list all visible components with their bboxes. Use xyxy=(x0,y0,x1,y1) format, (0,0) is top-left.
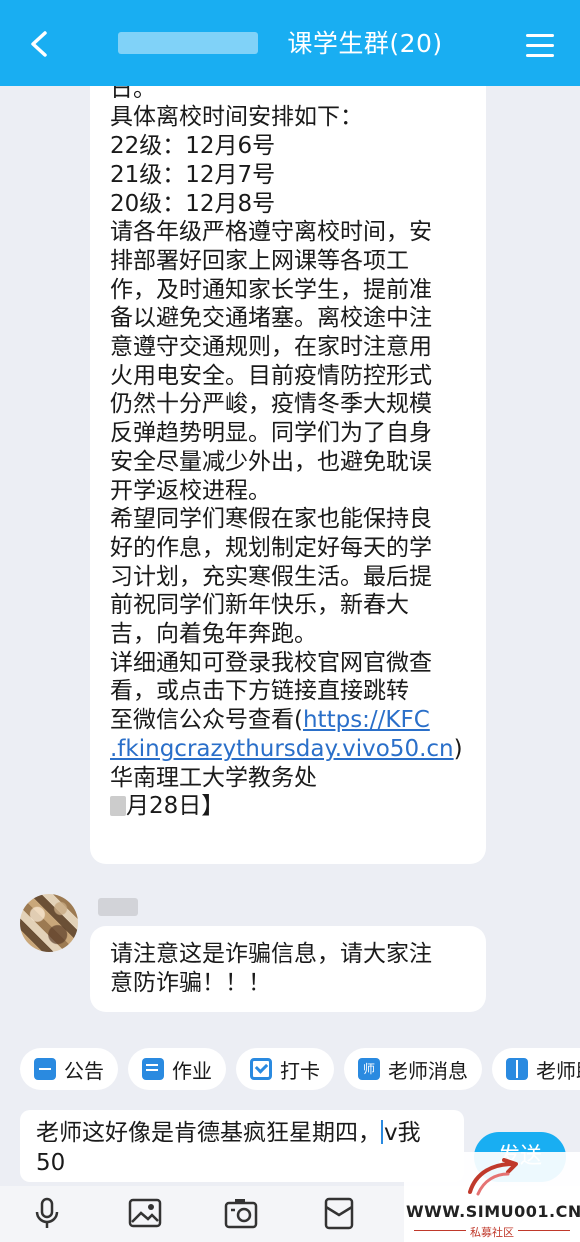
chat-header: 课学生群(20) xyxy=(0,0,580,86)
message-link-start[interactable]: https://KFC xyxy=(303,707,430,733)
message-line: 看，或点击下方链接直接跳转 xyxy=(110,678,409,705)
message-line: 20级：12月8号 xyxy=(110,190,276,217)
message-line: 日。 xyxy=(110,86,156,102)
message-line: 22级：12月6号 xyxy=(110,133,276,160)
message-line: 作，及时通知家长学生，提前准 xyxy=(110,276,432,303)
watermark-sub: 私募社区 xyxy=(470,1226,514,1239)
checkin-icon xyxy=(250,1058,272,1080)
message-line: 吉，向着兔年奔跑。 xyxy=(110,621,317,648)
link-line: .fkingcrazythursday.vivo50.cn) xyxy=(110,735,463,762)
message-text: 成，开学时间暂定于2023年2月7日。具体离校时间安排如下：22级：12月6号2… xyxy=(110,86,466,735)
message-line: 火用电安全。目前疫情防控形式 xyxy=(110,362,432,389)
quick-actions-bar: 公告 作业 打卡 师老师消息 老师助 xyxy=(0,1046,580,1094)
message-line: 前祝同学们新年快乐，新春大 xyxy=(110,592,409,619)
image-icon[interactable] xyxy=(126,1194,164,1232)
chip-teacher-message[interactable]: 师老师消息 xyxy=(344,1048,482,1090)
homework-icon xyxy=(142,1058,164,1080)
hamburger-menu-icon[interactable] xyxy=(526,34,554,58)
sender-name-blurred xyxy=(98,898,138,916)
message-line: 请各年级严格遵守离校时间，安 xyxy=(110,219,432,246)
warning-message-bubble[interactable]: 请注意这是诈骗信息，请大家注 意防诈骗！！！ xyxy=(90,926,486,1012)
group-title: 课学生群(20) xyxy=(287,29,443,58)
chip-homework[interactable]: 作业 xyxy=(128,1048,226,1090)
message-line: 习计划，充实寒假生活。最后提 xyxy=(110,563,432,590)
watermark-logo-icon xyxy=(464,1158,520,1198)
message-link[interactable]: .fkingcrazythursday.vivo50.cn xyxy=(110,736,454,762)
message-line: 意防诈骗！！！ xyxy=(110,970,271,996)
back-chevron-icon[interactable] xyxy=(22,26,58,62)
message-line: 具体离校时间安排如下： xyxy=(110,104,363,131)
chip-checkin[interactable]: 打卡 xyxy=(236,1048,334,1090)
message-line: 安全尽量减少外出，也避免耽误 xyxy=(110,448,432,475)
microphone-icon[interactable] xyxy=(28,1194,66,1232)
message-text: 请注意这是诈骗信息，请大家注 意防诈骗！！！ xyxy=(110,940,466,998)
site-watermark: WWW.SIMU001.CN 私募社区 xyxy=(404,1152,580,1242)
teacher-assistant-icon xyxy=(506,1058,528,1080)
message-input[interactable]: 老师这好像是肯德基疯狂星期四， v我 50 xyxy=(20,1110,464,1182)
message-line: 开学返校进程。 xyxy=(110,477,271,504)
notice-message-bubble[interactable]: 成，开学时间暂定于2023年2月7日。具体离校时间安排如下：22级：12月6号2… xyxy=(90,86,486,864)
message-list[interactable]: 成，开学时间暂定于2023年2月7日。具体离校时间安排如下：22级：12月6号2… xyxy=(0,86,580,1038)
message-line: 请注意这是诈骗信息，请大家注 xyxy=(110,941,432,967)
text-caret xyxy=(381,1120,383,1144)
chip-teacher-assistant[interactable]: 老师助 xyxy=(492,1048,580,1090)
message-line: 意遵守交通规则，在家时注意用 xyxy=(110,334,432,361)
watermark-site: WWW.SIMU001.CN xyxy=(406,1202,580,1221)
watermark-rule-right xyxy=(518,1230,570,1231)
message-line: 排部署好回家上网课等各项工 xyxy=(110,247,409,274)
red-packet-icon[interactable] xyxy=(320,1194,358,1232)
message-line: 反弹趋势明显。同学们为了自身 xyxy=(110,420,432,447)
message-date: 月28日】 xyxy=(110,792,466,821)
message-line: 至微信公众号查看(https://KFC xyxy=(110,707,430,734)
message-line: 希望同学们寒假在家也能保持良 xyxy=(110,506,432,533)
chip-notice[interactable]: 公告 xyxy=(20,1048,118,1090)
teacher-message-icon: 师 xyxy=(358,1058,380,1080)
message-line: 仍然十分严峻，疫情冬季大规模 xyxy=(110,391,432,418)
signature: 华南理工大学教务处 xyxy=(110,764,317,791)
notice-icon xyxy=(34,1058,56,1080)
avatar[interactable] xyxy=(20,894,78,952)
message-line: 备以避免交通堵塞。离校途中注 xyxy=(110,305,432,332)
message-line: 21级：12月7号 xyxy=(110,161,276,188)
message-line: 详细通知可登录我校官网官微查 xyxy=(110,649,432,676)
camera-icon[interactable] xyxy=(222,1194,260,1232)
message-line: 好的作息，规划制定好每天的学 xyxy=(110,534,432,561)
